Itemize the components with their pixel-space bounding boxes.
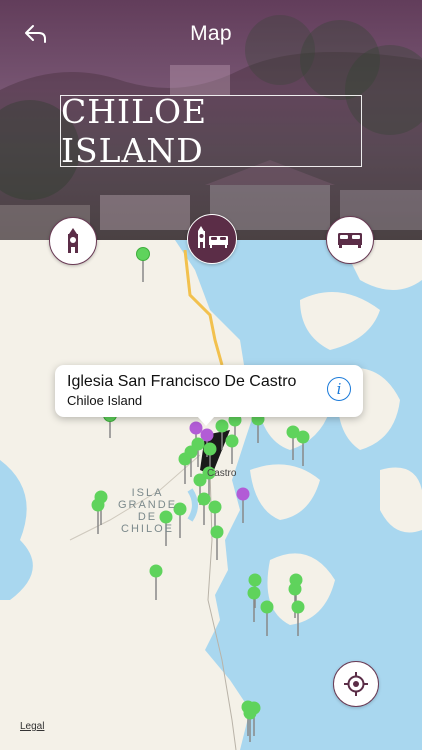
island-label: ISLA GRANDE DE CHILOE [115, 487, 180, 535]
bed-icon [338, 233, 362, 248]
island-label-line: DE [137, 511, 158, 523]
banner-title: CHILOE ISLAND [61, 92, 208, 170]
church-and-bed-icon [198, 226, 228, 248]
header-banner: Map CHILOE ISLAND [0, 0, 422, 240]
callout-subtitle: Chiloe Island [67, 393, 143, 408]
map-pin[interactable] [136, 247, 150, 283]
callout-title: Iglesia San Francisco De Castro [67, 373, 297, 390]
island-label-line: CHILOE [121, 523, 174, 535]
crosshair-icon [344, 672, 368, 696]
island-label-line: GRANDE [117, 499, 178, 511]
map-pin[interactable] [251, 412, 265, 444]
landmarks-hotels-category-button[interactable] [187, 214, 237, 264]
map-pin[interactable] [225, 434, 239, 465]
map-pin[interactable] [260, 600, 274, 637]
map-pin[interactable] [296, 430, 310, 467]
map-pin[interactable] [291, 600, 305, 637]
page-title: Map [190, 22, 232, 45]
map-pin[interactable] [91, 498, 105, 535]
map-pin[interactable] [197, 492, 211, 526]
map-pin[interactable] [286, 425, 300, 461]
landmarks-category-button[interactable] [49, 217, 97, 265]
info-icon[interactable]: i [327, 377, 351, 401]
clock-tower-icon [68, 228, 78, 253]
banner-title-box: CHILOE ISLAND [60, 92, 362, 170]
town-label: Castro [207, 468, 237, 479]
locate-me-button[interactable] [333, 661, 379, 707]
legal-link[interactable]: Legal [20, 721, 44, 732]
map-pin[interactable] [149, 564, 163, 601]
map-pin[interactable] [247, 586, 261, 623]
callout-pointer [197, 416, 215, 426]
island-label-line: ISLA [131, 487, 164, 499]
map-pin[interactable] [210, 525, 224, 561]
hotels-category-button[interactable] [326, 216, 374, 264]
map-pin[interactable] [236, 487, 250, 524]
place-callout[interactable]: Iglesia San Francisco De Castro Chiloe I… [55, 365, 363, 417]
